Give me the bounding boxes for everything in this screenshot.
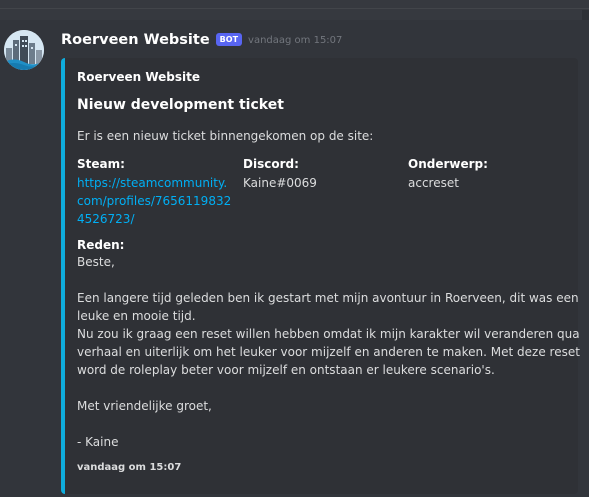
username[interactable]: Roerveen Website bbox=[61, 32, 210, 48]
reason-line: Beste, bbox=[77, 255, 115, 269]
reason-line: word de roleplay beter voor mijzelf en o… bbox=[77, 363, 495, 377]
field-discord-name: Discord: bbox=[243, 157, 299, 171]
chat-message: Roerveen Website BOT vandaag om 15:07 Ro… bbox=[0, 20, 589, 497]
field-steam-value: https://steamcommunity. com/profiles/765… bbox=[77, 174, 237, 228]
field-subject-value: accreset bbox=[408, 176, 459, 190]
reason-line: leuke en mooie tijd. bbox=[77, 309, 196, 323]
message-header: Roerveen Website BOT vandaag om 15:07 bbox=[61, 30, 342, 50]
embed-description: Er is een nieuw ticket binnengekomen op … bbox=[77, 129, 374, 143]
steam-link-line: 4526723/ bbox=[77, 212, 135, 226]
reason-line: Nu zou ik graag een reset willen hebben … bbox=[77, 327, 580, 341]
embed-author: Roerveen Website bbox=[77, 70, 201, 84]
embed-footer-timestamp: vandaag om 15:07 bbox=[77, 462, 182, 473]
embed: Roerveen Website Nieuw development ticke… bbox=[61, 58, 580, 494]
field-reason: Reden: Beste, Een langere tijd geleden b… bbox=[77, 237, 580, 451]
field-reason-name: Reden: bbox=[77, 238, 125, 252]
reason-line: Een langere tijd geleden ben ik gestart … bbox=[77, 291, 579, 305]
reason-line: Met vriendelijke groet, bbox=[77, 399, 212, 413]
bot-badge: BOT bbox=[215, 32, 243, 46]
message-timestamp: vandaag om 15:07 bbox=[248, 34, 343, 46]
field-subject-name: Onderwerp: bbox=[408, 157, 488, 171]
reason-blank-line bbox=[77, 379, 580, 397]
reason-blank-line bbox=[77, 415, 580, 433]
field-steam: Steam: https://steamcommunity. com/profi… bbox=[77, 156, 237, 228]
field-discord: Discord: Kaine#0069 bbox=[243, 156, 403, 192]
top-divider bbox=[0, 8, 589, 9]
steam-profile-link[interactable]: https://steamcommunity. com/profiles/765… bbox=[77, 174, 237, 228]
field-steam-name: Steam: bbox=[77, 157, 125, 171]
field-reason-value: Beste, Een langere tijd geleden ben ik g… bbox=[77, 253, 580, 451]
city-skyline-icon bbox=[4, 30, 44, 70]
steam-link-line: https://steamcommunity. bbox=[77, 176, 228, 190]
steam-link-line: com/profiles/7656119832 bbox=[77, 194, 232, 208]
field-subject: Onderwerp: accreset bbox=[408, 156, 568, 192]
field-discord-value: Kaine#0069 bbox=[243, 176, 317, 190]
reason-line: verhaal en uiterlijk om het leuker voor … bbox=[77, 345, 580, 359]
reason-line: - Kaine bbox=[77, 435, 119, 449]
avatar[interactable] bbox=[4, 30, 44, 70]
reason-blank-line bbox=[77, 271, 580, 289]
embed-title: Nieuw development ticket bbox=[77, 97, 284, 113]
